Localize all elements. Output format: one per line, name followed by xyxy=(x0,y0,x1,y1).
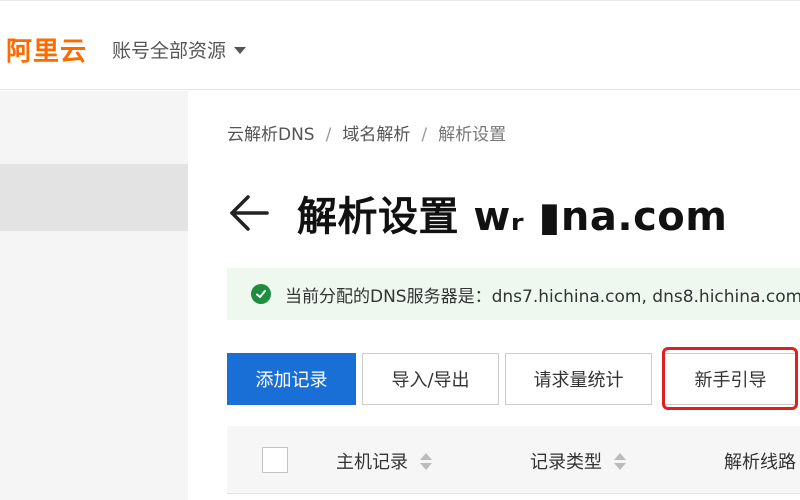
column-label: 主机记录 xyxy=(336,452,408,473)
sidebar-item-active[interactable] xyxy=(0,164,188,231)
top-navigation-bar: 阿里云 账号全部资源 xyxy=(0,0,800,90)
dns-server-notice: 当前分配的DNS服务器是：dns7.hichina.com, dns8.hich… xyxy=(227,268,800,320)
breadcrumb-item-dns[interactable]: 云解析DNS xyxy=(227,125,315,145)
column-label: 解析线路 xyxy=(724,452,796,473)
account-resources-dropdown[interactable]: 账号全部资源 xyxy=(112,36,247,63)
main-content: 云解析DNS / 域名解析 / 解析设置 解析设置 wᵣ ▮na.com 当前分配的DN… xyxy=(188,91,800,500)
breadcrumb: 云解析DNS / 域名解析 / 解析设置 xyxy=(227,120,506,145)
breadcrumb-item-domain-resolution[interactable]: 域名解析 xyxy=(342,125,410,145)
page-title: 解析设置 wᵣ ▮na.com xyxy=(297,194,728,240)
column-label: 记录类型 xyxy=(530,452,602,473)
breadcrumb-separator: / xyxy=(325,125,332,145)
column-header-host-record[interactable]: 主机记录 xyxy=(336,448,432,474)
page-title-row: 解析设置 wᵣ ▮na.com xyxy=(227,184,727,242)
sidebar xyxy=(0,91,188,500)
breadcrumb-item-current: 解析设置 xyxy=(438,125,507,145)
breadcrumb-separator: / xyxy=(421,125,428,145)
check-circle-icon xyxy=(251,284,271,304)
column-header-resolution-line[interactable]: 解析线路 xyxy=(724,448,796,474)
aliyun-logo[interactable]: 阿里云 xyxy=(6,31,87,68)
import-export-button[interactable]: 导入/导出 xyxy=(362,353,499,405)
sort-icon[interactable] xyxy=(420,452,432,470)
select-all-checkbox[interactable] xyxy=(262,447,288,473)
column-header-record-type[interactable]: 记录类型 xyxy=(530,448,626,474)
caret-down-icon xyxy=(234,47,247,54)
add-record-button[interactable]: 添加记录 xyxy=(227,353,356,405)
highlight-annotation-box xyxy=(662,347,798,410)
back-arrow-icon[interactable] xyxy=(227,193,269,233)
account-menu-label: 账号全部资源 xyxy=(112,40,227,62)
records-table-header: 主机记录 记录类型 解析线路 xyxy=(227,426,800,494)
request-stats-button[interactable]: 请求量统计 xyxy=(505,353,652,405)
notice-text: 当前分配的DNS服务器是：dns7.hichina.com, dns8.hich… xyxy=(285,286,800,307)
sort-icon[interactable] xyxy=(614,452,626,470)
